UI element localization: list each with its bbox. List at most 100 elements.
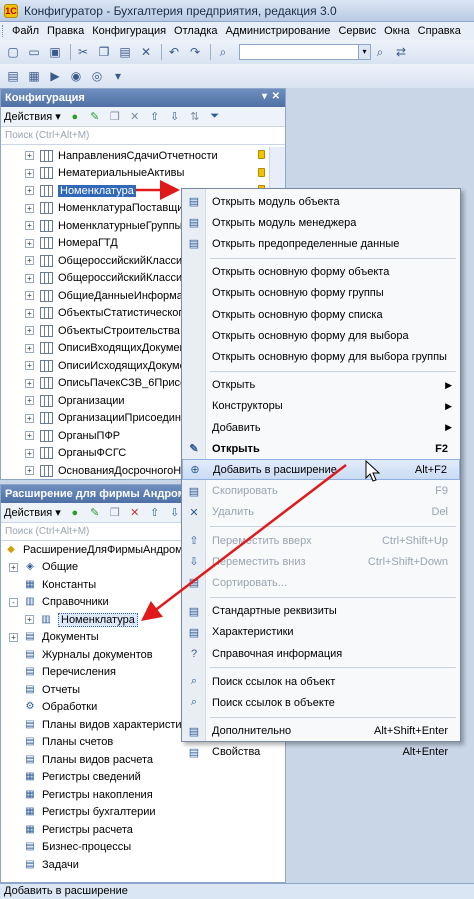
expand-icon[interactable]: + (25, 448, 34, 458)
tree-item[interactable]: + НематериальныеАктивы (1, 165, 285, 183)
expand-icon[interactable]: + (25, 343, 34, 353)
expand-icon[interactable]: + (25, 361, 34, 371)
expand-icon[interactable] (9, 703, 18, 712)
context-menu-item[interactable]: ✎ Открыть F2 (182, 438, 460, 459)
move-up-icon[interactable]: ⇧ (147, 109, 163, 125)
context-menu-item[interactable]: Открыть основную форму для выбора (182, 325, 460, 346)
expand-icon[interactable] (9, 720, 18, 729)
expand-icon[interactable] (9, 860, 18, 869)
menu-administration[interactable]: Администрирование (222, 25, 335, 37)
expand-icon[interactable] (9, 808, 18, 817)
expand-icon[interactable]: + (25, 256, 34, 266)
open-config-icon[interactable]: ▤ (4, 67, 22, 85)
context-menu-item[interactable]: Конструкторы ▶ (182, 396, 460, 417)
expand-icon[interactable] (9, 580, 18, 589)
paste-icon[interactable]: ▤ (116, 43, 134, 61)
menu-service[interactable]: Сервис (334, 25, 380, 37)
expand-icon[interactable] (9, 738, 18, 747)
expand-icon[interactable] (9, 843, 18, 852)
expand-icon[interactable]: + (25, 378, 34, 388)
expand-icon[interactable] (9, 790, 18, 799)
sort-icon[interactable]: ⇅ (187, 109, 203, 125)
undo-icon[interactable]: ↶ (165, 43, 183, 61)
dropdown-icon[interactable]: ▾ (359, 44, 371, 60)
delete-icon[interactable]: ✕ (127, 505, 143, 521)
context-menu-item[interactable]: Открыть основную форму для выбора группы (182, 346, 460, 367)
open-icon[interactable]: ▭ (25, 43, 43, 61)
expand-icon[interactable]: + (25, 238, 34, 248)
expand-icon[interactable] (9, 650, 18, 659)
context-menu-item[interactable]: Открыть основную форму группы (182, 283, 460, 304)
context-menu-item[interactable]: Открыть основную форму объекта (182, 262, 460, 283)
search-input[interactable]: Поиск (Ctrl+Alt+M) (1, 127, 285, 145)
expand-icon[interactable] (9, 825, 18, 834)
expand-icon[interactable]: + (25, 273, 34, 283)
context-menu-item[interactable]: ⊕ Добавить в расширение Alt+F2 (182, 459, 460, 481)
actions-menu[interactable]: Действия ▾ (4, 110, 61, 123)
tree-item[interactable]: ▤ Задачи (1, 856, 285, 874)
toolbar-search-input[interactable] (239, 44, 359, 60)
delete-icon[interactable]: ✕ (137, 43, 155, 61)
tree-item[interactable]: ▤ Бизнес-процессы (1, 839, 285, 857)
menu-help[interactable]: Справка (414, 25, 465, 37)
menu-windows[interactable]: Окна (380, 25, 414, 37)
pin-icon[interactable]: ▾ (262, 91, 267, 102)
expand-icon[interactable]: + (25, 308, 34, 318)
context-menu-item[interactable]: ▤ Открыть предопределенные данные (182, 233, 460, 254)
expand-icon[interactable]: + (25, 326, 34, 336)
expand-icon[interactable]: + (25, 431, 34, 441)
menu-debug[interactable]: Отладка (170, 25, 221, 37)
context-menu-item[interactable]: ▤ Стандартные реквизиты (182, 601, 460, 622)
expand-icon[interactable] (9, 668, 18, 677)
expand-icon[interactable]: + (25, 221, 34, 231)
tree-item[interactable]: ▦ Регистры накопления (1, 786, 285, 804)
context-menu-item[interactable]: ▤ Характеристики (182, 622, 460, 643)
expand-icon[interactable]: + (9, 562, 18, 572)
expand-icon[interactable]: + (9, 632, 18, 642)
context-menu-item[interactable]: Открыть ▶ (182, 375, 460, 396)
add-icon[interactable]: ● (67, 109, 83, 125)
expand-icon[interactable]: + (25, 291, 34, 301)
expand-icon[interactable]: + (25, 168, 34, 178)
menu-configuration[interactable]: Конфигурация (88, 25, 170, 37)
move-down-icon[interactable]: ⇩ (167, 109, 183, 125)
globe-icon[interactable]: ◉ (67, 67, 85, 85)
expand-icon[interactable]: + (25, 413, 34, 423)
close-icon[interactable]: ✕ (272, 91, 280, 102)
context-menu-item[interactable]: ▤ Открыть модуль менеджера (182, 212, 460, 233)
new-icon[interactable]: ▢ (4, 43, 22, 61)
context-menu-item[interactable]: Открыть основную форму списка (182, 304, 460, 325)
expand-icon[interactable]: - (9, 597, 18, 607)
menu-grip[interactable] (2, 25, 5, 37)
replace-icon[interactable]: ⇄ (392, 43, 410, 61)
globe-run-icon[interactable]: ◎ (88, 67, 106, 85)
run-icon[interactable]: ▶ (46, 67, 64, 85)
expand-icon[interactable] (9, 755, 18, 764)
redo-icon[interactable]: ↷ (186, 43, 204, 61)
actions-menu[interactable]: Действия ▾ (4, 506, 61, 519)
expand-icon[interactable]: + (25, 151, 34, 161)
expand-icon[interactable]: + (25, 615, 34, 625)
context-menu-item[interactable]: ⌕ Поиск ссылок на объект (182, 671, 460, 692)
update-db-icon[interactable]: ▦ (25, 67, 43, 85)
context-menu-item[interactable]: ▤ Открыть модуль объекта (182, 191, 460, 212)
save-icon[interactable]: ▣ (46, 43, 64, 61)
tree-item[interactable]: ▦ Регистры бухгалтерии (1, 804, 285, 822)
expand-icon[interactable]: + (25, 396, 34, 406)
dropdown-icon[interactable]: ▾ (109, 67, 127, 85)
move-up-icon[interactable]: ⇧ (147, 505, 163, 521)
delete-icon[interactable]: ✕ (127, 109, 143, 125)
context-menu-item[interactable]: ? Справочная информация (182, 643, 460, 664)
menu-file[interactable]: Файл (8, 25, 43, 37)
expand-icon[interactable]: + (25, 186, 34, 196)
filter-icon[interactable]: ⏷ (207, 109, 223, 125)
cut-icon[interactable]: ✂ (74, 43, 92, 61)
expand-icon[interactable] (9, 773, 18, 782)
search-icon[interactable]: ⌕ (371, 43, 389, 61)
context-menu-item[interactable]: ▤ Свойства Alt+Enter (182, 742, 460, 763)
expand-icon[interactable]: + (25, 466, 34, 476)
edit-icon[interactable]: ✎ (87, 109, 103, 125)
tree-item[interactable]: + НаправленияСдачиОтчетности (1, 147, 285, 165)
add-icon[interactable]: ● (67, 505, 83, 521)
copy-icon[interactable]: ❐ (95, 43, 113, 61)
